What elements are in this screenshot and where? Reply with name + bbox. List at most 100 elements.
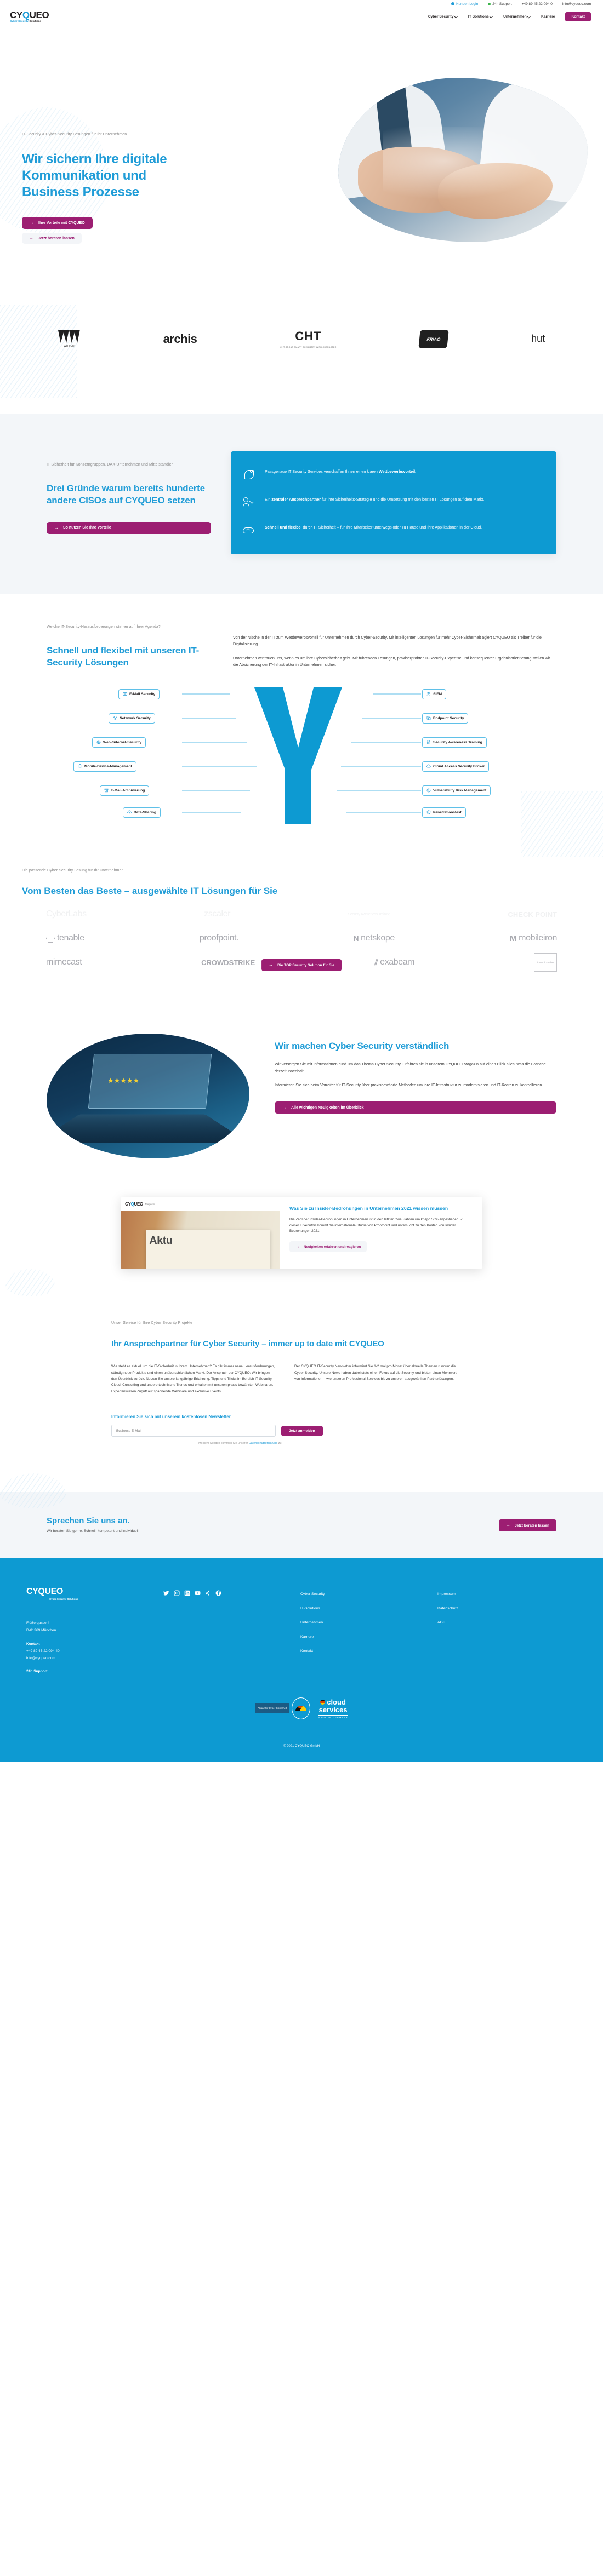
- hexagon-icon: [46, 934, 55, 943]
- solution-pill-siem[interactable]: SIEM: [422, 689, 447, 699]
- german-flag-icon: [320, 1699, 326, 1705]
- solution-pill-cloud-access-security-broker[interactable]: Cloud Access Security Broker: [422, 761, 490, 772]
- solution-pill-email-archivierung[interactable]: E-Mail-Archivierung: [100, 785, 150, 796]
- decorative-stripes: [5, 1269, 55, 1297]
- solution-pill-mobile-device-management[interactable]: Mobile-Device-Management: [73, 761, 136, 772]
- customer-logo-archis: archis: [163, 331, 197, 346]
- youtube-icon[interactable]: [195, 1590, 201, 1596]
- solutions-eyebrow: Welche IT-Security-Herausforderungen ste…: [47, 625, 161, 629]
- phone-link[interactable]: +49 89 45 22 094 0: [522, 2, 553, 6]
- hero-primary-button[interactable]: → Ihre Vorteile mit CYQUEO: [22, 217, 93, 230]
- decorative-stripes: [521, 791, 603, 857]
- logo-home-link[interactable]: CYQUEO Cyber-Security Solutions: [10, 10, 49, 23]
- newsletter-heading: Informieren Sie sich mit unserem kostenl…: [111, 1414, 231, 1420]
- solution-pill-web-internet-security[interactable]: Web-/Internet-Security: [92, 737, 146, 748]
- partner-logo-tenable: tenable: [46, 933, 84, 943]
- footer-support[interactable]: 24h Support: [26, 1668, 163, 1676]
- solution-pill-netzwerk-security[interactable]: Netzwerk Security: [109, 713, 155, 724]
- customer-logo-cht: CHT CHT GROUP SMART CHEMISTRY WITH CHARA…: [280, 329, 337, 348]
- utility-bar: Kunden Login 24h Support +49 89 45 22 09…: [0, 0, 603, 8]
- nav-item-it-solutions[interactable]: IT Solutions: [468, 14, 493, 19]
- arrow-right-icon: →: [295, 1244, 300, 1249]
- footer-email[interactable]: info@cyqueo.com: [26, 1655, 163, 1662]
- hero-secondary-button[interactable]: → Jetzt beraten lassen: [22, 233, 82, 244]
- footer-link-cyber-security[interactable]: Cyber Security: [300, 1592, 437, 1596]
- newsletter-submit-button[interactable]: Jetzt anmelden: [281, 1425, 323, 1436]
- twitter-icon[interactable]: [163, 1590, 169, 1596]
- partner-logo-proofpoint: proofpoint.: [199, 933, 239, 943]
- top-solution-button[interactable]: → Die TOP Security Solution für Sie: [261, 959, 342, 972]
- email-link[interactable]: info@cyqueo.com: [562, 2, 591, 6]
- hero-title: Wir sichern Ihre digitale Kommunikation …: [22, 151, 167, 199]
- newsletter-email-input[interactable]: [111, 1425, 276, 1437]
- footer-link-unternehmen[interactable]: Unternehmen: [300, 1621, 437, 1625]
- devices-icon: [426, 716, 431, 720]
- insider-article-title: Was Sie zu Insider-Bedrohungen in Untern…: [289, 1206, 448, 1212]
- hero-section: IT-Security & Cyber-Security Lösungen fü…: [0, 25, 603, 288]
- understand-section: ★★★★★ Wir machen Cyber Security verständ…: [0, 1005, 603, 1186]
- solution-pill-vulnerability-risk-management[interactable]: Vulnerability Risk Management: [422, 785, 491, 796]
- partner-logo-crowdstrike: CROWDSTRIKE: [201, 958, 255, 967]
- instagram-icon[interactable]: [174, 1590, 180, 1596]
- privacy-policy-link[interactable]: Datenschutzerklärung: [249, 1442, 277, 1445]
- reasons-cta-button[interactable]: → So nutzen Sie Ihre Vorteile: [47, 521, 211, 534]
- solution-pill-security-awareness-training[interactable]: Security Awareness Training: [422, 737, 487, 748]
- customer-logo-hut: hut: [531, 333, 545, 344]
- footer-link-kontakt[interactable]: Kontakt: [300, 1649, 437, 1653]
- archive-icon: [104, 788, 109, 793]
- contact-person-title: Ihr Ansprechpartner für Cyber Security –…: [111, 1339, 384, 1349]
- hero-eyebrow: IT-Security & Cyber-Security Lösungen fü…: [22, 133, 127, 136]
- insider-article-button[interactable]: → Neuigkeiten erfahren und reagieren: [289, 1241, 367, 1253]
- insider-article-paragraph: Die Zahl der Insider-Bedrohungen in Unte…: [289, 1217, 465, 1234]
- footer-logo: CYQUEO: [26, 1587, 63, 1597]
- talk-cta-button[interactable]: → Jetzt beraten lassen: [498, 1519, 556, 1532]
- card-logo-tag: Magazin: [145, 1202, 155, 1206]
- footer-address: Flößergasse 4 D-81369 München Kontakt +4…: [26, 1620, 163, 1676]
- badge-allianz-cyber-sicherheit: Allianz für Cyber-Sicherheit: [255, 1697, 311, 1720]
- insider-article-card[interactable]: CYQUEO Magazin Aktu Was Sie zu Insider-B…: [121, 1197, 482, 1270]
- partner-logo-row-1: tenable proofpoint. N netskope M mobilei…: [22, 926, 581, 950]
- partner-logo-itwatch: itWatch GmbH: [534, 953, 557, 972]
- nav-item-unternehmen[interactable]: Unternehmen: [503, 14, 531, 19]
- reason-item: Passgenaue IT Security Services verschaf…: [243, 461, 544, 489]
- nav-item-karriere[interactable]: Karriere: [541, 15, 555, 19]
- partners-eyebrow: Die passende Cyber Security Lösung für I…: [22, 868, 124, 873]
- arrow-right-icon: →: [282, 1105, 287, 1110]
- footer-contact-label: Kontakt: [26, 1642, 40, 1646]
- partners-title: Vom Besten das Beste – ausgewählte IT Lö…: [22, 886, 278, 897]
- partners-section: Die passende Cyber Security Lösung für I…: [0, 846, 603, 1006]
- nav-items: Cyber Security IT Solutions Unternehmen …: [428, 12, 591, 21]
- understand-paragraph-2: Informieren Sie sich beim Vorreiter für …: [275, 1082, 543, 1088]
- solution-pill-endpoint-security[interactable]: Endpoint Security: [422, 713, 469, 724]
- solution-pill-data-sharing[interactable]: Data-Sharing: [123, 807, 161, 818]
- understand-cta-button[interactable]: → Alle wichtigen Neuigkeiten im Überblic…: [275, 1101, 556, 1114]
- footer-link-datenschutz[interactable]: Datenschutz: [437, 1607, 577, 1610]
- footer-link-agb[interactable]: AGB: [437, 1621, 577, 1625]
- nav-contact-button[interactable]: Kontakt: [565, 12, 591, 21]
- footer-phone[interactable]: +49 89 45 22 094 40: [26, 1648, 163, 1655]
- hero-copy: IT-Security & Cyber-Security Lösungen fü…: [22, 132, 203, 244]
- solution-pill-penetrationstest[interactable]: Penetrationstest: [422, 807, 466, 818]
- customer-login-link[interactable]: Kunden Login: [451, 2, 478, 6]
- site-footer: CYQUEO Cyber-Security Solutions Flößerga…: [0, 1558, 603, 1763]
- partner-logo-mobileiron: M mobileiron: [510, 933, 557, 943]
- decorative-stripes: [0, 1473, 66, 1509]
- user-circle-icon: [451, 2, 455, 5]
- chevron-down-icon: [527, 14, 531, 18]
- understand-paragraph-1: Wir versorgen Sie mit Informationen rund…: [275, 1062, 546, 1074]
- xing-icon[interactable]: [205, 1590, 211, 1596]
- linkedin-icon[interactable]: [184, 1590, 190, 1596]
- partner-logo-row-faded: CyberLabs zscaler Security Awareness Tra…: [22, 902, 581, 926]
- solution-pill-email-security[interactable]: E-Mail Security: [118, 689, 160, 699]
- footer-link-impressum[interactable]: Impressum: [437, 1592, 577, 1596]
- footer-link-karriere[interactable]: Karriere: [300, 1635, 437, 1639]
- solutions-y-diagram: E-Mail Security Netzwerk Security Web-/I…: [66, 687, 537, 824]
- chevron-down-icon: [489, 14, 493, 18]
- partner-logo-exabeam: ⫽ exabeam: [374, 957, 415, 967]
- facebook-icon[interactable]: [215, 1590, 221, 1596]
- nav-item-cyber-security[interactable]: Cyber Security: [428, 14, 458, 19]
- footer-link-it-solutions[interactable]: IT-Solutions: [300, 1607, 437, 1610]
- logo-tagline: Cyber-Security Solutions: [10, 19, 42, 22]
- support-status: 24h Support: [488, 2, 512, 6]
- users-icon: [426, 692, 431, 696]
